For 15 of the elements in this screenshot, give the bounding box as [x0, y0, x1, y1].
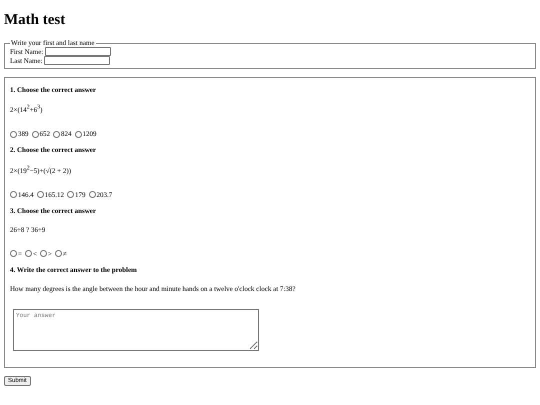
radio-button[interactable]	[36, 191, 44, 198]
radio-button[interactable]	[32, 130, 38, 138]
radio-button[interactable]	[88, 191, 96, 198]
radio-button[interactable]	[24, 250, 32, 258]
input-field[interactable]	[45, 47, 112, 56]
radio-button[interactable]	[10, 250, 17, 258]
radio-button[interactable]	[53, 130, 60, 138]
radio-button[interactable]	[54, 250, 62, 258]
radio-button[interactable]	[74, 130, 82, 138]
radio-button[interactable]	[40, 250, 47, 258]
input-field[interactable]	[44, 56, 110, 65]
radio-button[interactable]	[10, 130, 17, 138]
radio-button[interactable]	[67, 191, 74, 198]
page-title: Math test	[4, 12, 66, 29]
radio-button[interactable]	[10, 191, 17, 198]
